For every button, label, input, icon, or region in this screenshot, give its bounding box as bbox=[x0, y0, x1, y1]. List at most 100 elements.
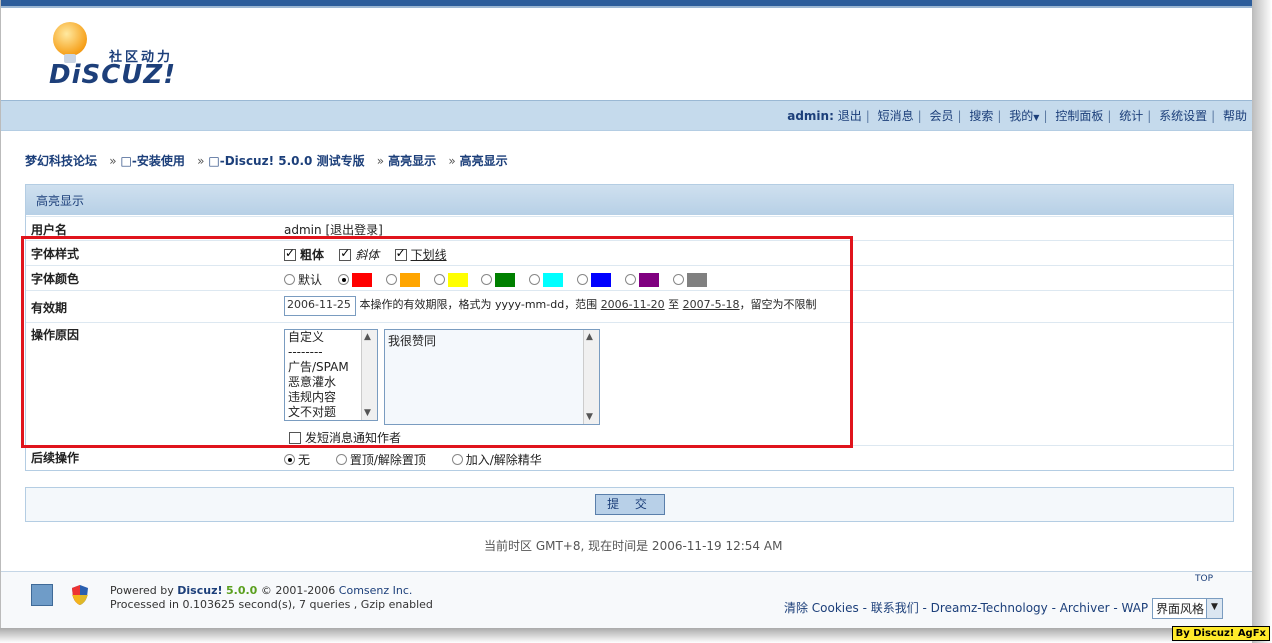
font-color-label: 字体颜色 bbox=[31, 272, 80, 286]
chevron-down-icon[interactable]: ▼ bbox=[1206, 599, 1222, 618]
brand-link[interactable]: Discuz! bbox=[177, 584, 222, 597]
scroll-down-icon[interactable]: ▼ bbox=[586, 412, 593, 422]
nav-username[interactable]: admin: bbox=[787, 109, 834, 123]
breadcrumb-install[interactable]: □-安装使用 bbox=[121, 154, 185, 168]
validity-desc-1: 本操作的有效期限，格式为 bbox=[359, 298, 492, 311]
followup-radio-sticky[interactable] bbox=[335, 454, 347, 465]
underline-checkbox[interactable] bbox=[394, 246, 407, 261]
color-radio-purple[interactable] bbox=[624, 274, 636, 285]
breadcrumb-forum[interactable]: 梦幻科技论坛 bbox=[25, 154, 97, 168]
followup-sticky-label: 置顶/解除置顶 bbox=[349, 453, 426, 467]
lightbulb-icon bbox=[53, 22, 87, 56]
torn-edge-bottom bbox=[0, 628, 1252, 643]
followup-digest-label: 加入/解除精华 bbox=[465, 453, 542, 467]
color-swatch-cyan bbox=[543, 273, 564, 287]
nav-logout[interactable]: 退出 bbox=[838, 109, 862, 123]
color-radio-gray[interactable] bbox=[672, 274, 684, 285]
nav-my[interactable]: 我的 bbox=[1009, 109, 1033, 123]
powered-prefix: Powered by bbox=[110, 584, 174, 597]
underline-label: 下划线 bbox=[410, 248, 447, 262]
user-nav-bar: admin: 退出 | 短消息 | 会员 | 搜索 | 我的▼ | 控制面板 | 统计 | 系… bbox=[1, 100, 1252, 131]
nav-members[interactable]: 会员 bbox=[929, 109, 953, 123]
caret-down-icon: ▼ bbox=[1033, 113, 1040, 122]
color-swatch-yellow bbox=[447, 273, 468, 287]
color-swatch-green bbox=[495, 273, 516, 287]
listbox-scrollbar[interactable]: ▲ ▼ bbox=[361, 330, 377, 420]
italic-label: 斜体 bbox=[355, 248, 380, 262]
followup-none-label: 无 bbox=[298, 453, 311, 467]
validity-from-date[interactable]: 2006-11-20 bbox=[601, 298, 665, 311]
footer-link-list[interactable]: 清除 Cookies - 联系我们 - Dreamz-Technology - … bbox=[784, 601, 1148, 615]
color-radio-green[interactable] bbox=[481, 274, 493, 285]
author-badge: By Discuz! AgFx bbox=[1171, 626, 1270, 641]
row-font-color: 字体颜色 默认 bbox=[26, 265, 1233, 290]
logout-link[interactable]: [退出登录] bbox=[325, 223, 382, 237]
submit-bar: 提 交 bbox=[25, 487, 1234, 522]
validity-date-input[interactable]: 2006-11-25 bbox=[284, 296, 356, 316]
torn-edge-right bbox=[1252, 0, 1272, 643]
color-radio-red[interactable] bbox=[337, 274, 349, 285]
notify-option: 发短消息通知作者 bbox=[289, 429, 401, 446]
rss-icon[interactable] bbox=[31, 584, 53, 606]
notify-label: 发短消息通知作者 bbox=[305, 431, 402, 445]
username-label: 用户名 bbox=[31, 223, 68, 237]
color-default-label: 默认 bbox=[298, 273, 323, 287]
color-swatch-gray bbox=[686, 273, 707, 287]
company-link[interactable]: Comsenz Inc. bbox=[339, 584, 413, 597]
style-select-value: 界面风格 bbox=[1155, 602, 1204, 616]
breadcrumb-thread[interactable]: 高亮显示 bbox=[388, 154, 436, 168]
color-radio-blue[interactable] bbox=[576, 274, 588, 285]
logo-wordmark: DiSCUZ! bbox=[49, 60, 177, 90]
nav-system-settings[interactable]: 系统设置 bbox=[1159, 109, 1207, 123]
font-style-options: 粗体 斜体 下划线 bbox=[284, 246, 447, 263]
validity-to-date[interactable]: 2007-5-18 bbox=[683, 298, 740, 311]
font-color-options: 默认 bbox=[284, 271, 717, 288]
nav-messages[interactable]: 短消息 bbox=[878, 109, 914, 123]
color-radio-yellow[interactable] bbox=[433, 274, 445, 285]
color-radio-orange[interactable] bbox=[385, 274, 397, 285]
nav-menu: admin: 退出 | 短消息 | 会员 | 搜索 | 我的▼ | 控制面板 | 统计 | 系… bbox=[787, 109, 1247, 123]
discuz-logo[interactable]: 社区动力 DiSCUZ! bbox=[47, 20, 197, 94]
top-stripe bbox=[1, 0, 1252, 8]
validity-format: yyyy-mm-dd bbox=[495, 298, 565, 311]
scroll-up-icon[interactable]: ▲ bbox=[364, 332, 371, 342]
textarea-scrollbar[interactable]: ▲ ▼ bbox=[583, 330, 599, 424]
validity-controls: 2006-11-25 本操作的有效期限，格式为 yyyy-mm-dd，范围 20… bbox=[284, 296, 817, 316]
reason-textarea[interactable]: 我很赞同 ▲ ▼ bbox=[384, 329, 600, 425]
followup-radio-none[interactable] bbox=[284, 454, 295, 465]
bold-label: 粗体 bbox=[300, 248, 325, 262]
submit-button[interactable]: 提 交 bbox=[595, 494, 665, 515]
row-font-style: 字体样式 粗体 斜体 下划线 bbox=[26, 240, 1233, 265]
row-validity: 有效期 2006-11-25 本操作的有效期限，格式为 yyyy-mm-dd，范… bbox=[26, 290, 1233, 322]
color-swatch-red bbox=[351, 273, 372, 287]
font-style-label: 字体样式 bbox=[31, 247, 80, 261]
breadcrumb: 梦幻科技论坛 » □-安装使用 » □-Discuz! 5.0.0 测试专版 » 高亮… bbox=[25, 154, 508, 168]
panel-title: 高亮显示 bbox=[26, 185, 1233, 215]
bold-checkbox[interactable] bbox=[284, 246, 296, 261]
italic-checkbox[interactable] bbox=[339, 246, 352, 261]
breadcrumb-current: 高亮显示 bbox=[459, 154, 508, 168]
style-select[interactable]: 界面风格 ▼ bbox=[1151, 598, 1223, 619]
back-to-top-link[interactable]: TOP bbox=[1195, 574, 1213, 584]
scroll-down-icon[interactable]: ▼ bbox=[364, 408, 371, 418]
nav-stats[interactable]: 统计 bbox=[1119, 109, 1143, 123]
validity-label: 有效期 bbox=[31, 301, 68, 315]
reason-label: 操作原因 bbox=[31, 328, 80, 342]
breadcrumb-testboard[interactable]: □-Discuz! 5.0.0 测试专版 bbox=[208, 154, 364, 168]
nav-search[interactable]: 搜索 bbox=[969, 109, 993, 123]
color-radio-default[interactable] bbox=[284, 274, 295, 285]
color-swatch-purple bbox=[638, 273, 659, 287]
validity-desc-2: ，范围 bbox=[564, 298, 598, 311]
color-radio-cyan[interactable] bbox=[529, 274, 541, 285]
highlight-form-panel: 高亮显示 用户名 admin [退出登录] 字体样式 粗体 斜体 下划线 字体颜… bbox=[25, 184, 1234, 471]
followup-radio-digest[interactable] bbox=[451, 454, 463, 465]
notify-checkbox[interactable] bbox=[289, 432, 301, 444]
color-swatch-orange bbox=[399, 273, 420, 287]
nav-help[interactable]: 帮助 bbox=[1223, 109, 1247, 123]
nav-control-panel[interactable]: 控制面板 bbox=[1055, 109, 1103, 123]
scroll-up-icon[interactable]: ▲ bbox=[586, 332, 593, 342]
shield-icon bbox=[72, 585, 88, 605]
reason-listbox[interactable]: 自定义 -------- 广告/SPAM 恶意灌水 违规内容 文不对题 ▲ ▼ bbox=[284, 329, 378, 421]
reason-text: 我很赞同 bbox=[388, 334, 437, 348]
powered-by: Powered by Discuz! 5.0.0 © 2001-2006 Com… bbox=[110, 584, 433, 612]
